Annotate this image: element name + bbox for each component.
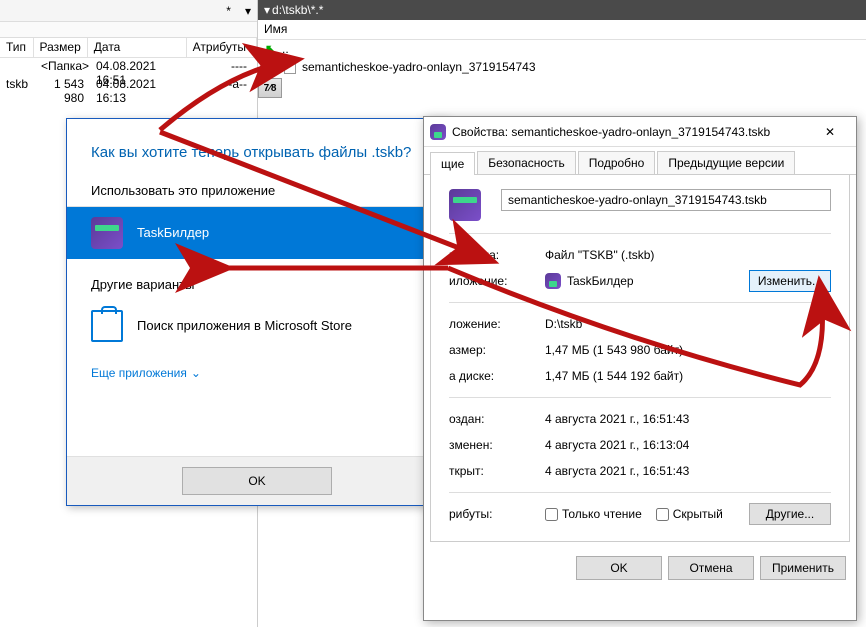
up-arrow-icon: ⬉: [262, 41, 278, 57]
file-icon: [282, 59, 298, 75]
tab-general[interactable]: щие: [430, 152, 475, 175]
file-row[interactable]: semanticheskoe-yadro-onlayn_3719154743: [258, 58, 866, 76]
table-row[interactable]: tskb 1 543 980 04.08.2021 16:13 -a--: [0, 76, 257, 94]
tab-security[interactable]: Безопасность: [477, 151, 576, 174]
store-label: Поиск приложения в Microsoft Store: [137, 318, 352, 333]
cancel-button[interactable]: Отмена: [668, 556, 754, 580]
ok-button[interactable]: OK: [576, 556, 662, 580]
dialog-titlebar[interactable]: Свойства: semanticheskoe-yadro-onlayn_37…: [424, 117, 856, 147]
more-apps-link[interactable]: Еще приложения ⌄: [91, 366, 201, 380]
taskbuilder-icon: [91, 217, 123, 249]
app-option-taskbuilder[interactable]: TaskБилдер: [67, 207, 447, 259]
taskbuilder-icon: [449, 189, 481, 221]
readonly-checkbox[interactable]: Только чтение: [545, 507, 642, 521]
col-date[interactable]: Дата: [88, 38, 187, 57]
col-size[interactable]: Размер: [34, 38, 88, 57]
close-button[interactable]: ✕: [810, 120, 850, 144]
apply-button[interactable]: Применить: [760, 556, 846, 580]
updir-label: ..: [282, 42, 289, 56]
title-text: Свойства: semanticheskoe-yadro-onlayn_37…: [452, 125, 810, 139]
location-value: D:\tskb: [545, 317, 831, 331]
globe-icon: [262, 59, 278, 75]
other-attrs-button[interactable]: Другие...: [749, 503, 831, 525]
left-toolbar: [0, 22, 257, 38]
col-attr[interactable]: Атрибуты: [187, 38, 257, 57]
favorite-star-icon[interactable]: *: [218, 4, 239, 18]
opened-label: ткрыт:: [449, 464, 545, 478]
disk-label: а диске:: [449, 369, 545, 383]
change-button[interactable]: Изменить...: [749, 270, 831, 292]
hidden-checkbox[interactable]: Скрытый: [656, 507, 723, 521]
path-dropdown-icon[interactable]: ▾: [264, 3, 270, 17]
right-column-headers: Имя: [258, 20, 866, 40]
app-label: TaskБилдер: [137, 225, 209, 240]
taskbuilder-icon: [430, 124, 446, 140]
open-with-title: Как вы хотите теперь открывать файлы .ts…: [91, 143, 423, 163]
properties-dialog: Свойства: semanticheskoe-yadro-onlayn_37…: [423, 116, 857, 621]
ok-button[interactable]: OK: [182, 467, 332, 495]
store-icon: [91, 310, 123, 342]
app-label: иложение:: [449, 274, 545, 288]
attributes-label: рибуты:: [449, 507, 545, 521]
path-bar[interactable]: ▾ d:\tskb\*.*: [258, 0, 866, 20]
taskbuilder-icon: [545, 273, 561, 289]
table-row[interactable]: <Папка> 04.08.2021 16:51 ----: [0, 58, 257, 76]
size-label: азмер:: [449, 343, 545, 357]
view-mode-button[interactable]: 7⁄8: [258, 78, 282, 98]
col-type[interactable]: Тип: [0, 38, 34, 57]
open-with-dialog: Как вы хотите теперь открывать файлы .ts…: [66, 118, 448, 506]
file-label: semanticheskoe-yadro-onlayn_3719154743: [302, 60, 536, 74]
col-name[interactable]: Имя: [258, 20, 293, 39]
use-app-label: Использовать это приложение: [91, 183, 423, 198]
chevron-down-icon: ⌄: [191, 366, 201, 380]
dropdown-arrow-icon[interactable]: ▾: [239, 4, 257, 18]
tab-previous[interactable]: Предыдущие версии: [657, 151, 795, 174]
modified-value: 4 августа 2021 г., 16:13:04: [545, 438, 831, 452]
filetype-label: п файла:: [449, 248, 545, 262]
path-text: d:\tskb\*.*: [272, 3, 323, 17]
tabs-bar: щие Безопасность Подробно Предыдущие вер…: [424, 147, 856, 175]
left-panel-header: * ▾: [0, 0, 257, 22]
opened-value: 4 августа 2021 г., 16:51:43: [545, 464, 831, 478]
filename-input[interactable]: [501, 189, 831, 211]
other-options-label: Другие варианты: [91, 277, 423, 292]
location-label: ложение:: [449, 317, 545, 331]
filetype-value: Файл "TSKB" (.tskb): [545, 248, 831, 262]
disk-value: 1,47 МБ (1 544 192 байт): [545, 369, 831, 383]
tab-details[interactable]: Подробно: [578, 151, 656, 174]
created-value: 4 августа 2021 г., 16:51:43: [545, 412, 831, 426]
app-value: TaskБилдер: [567, 274, 743, 288]
app-option-store[interactable]: Поиск приложения в Microsoft Store: [67, 300, 447, 352]
left-column-headers: Тип Размер Дата Атрибуты: [0, 38, 257, 58]
size-value: 1,47 МБ (1 543 980 байт): [545, 343, 831, 357]
created-label: оздан:: [449, 412, 545, 426]
updir-row[interactable]: ⬉ ..: [258, 40, 866, 58]
modified-label: зменен:: [449, 438, 545, 452]
